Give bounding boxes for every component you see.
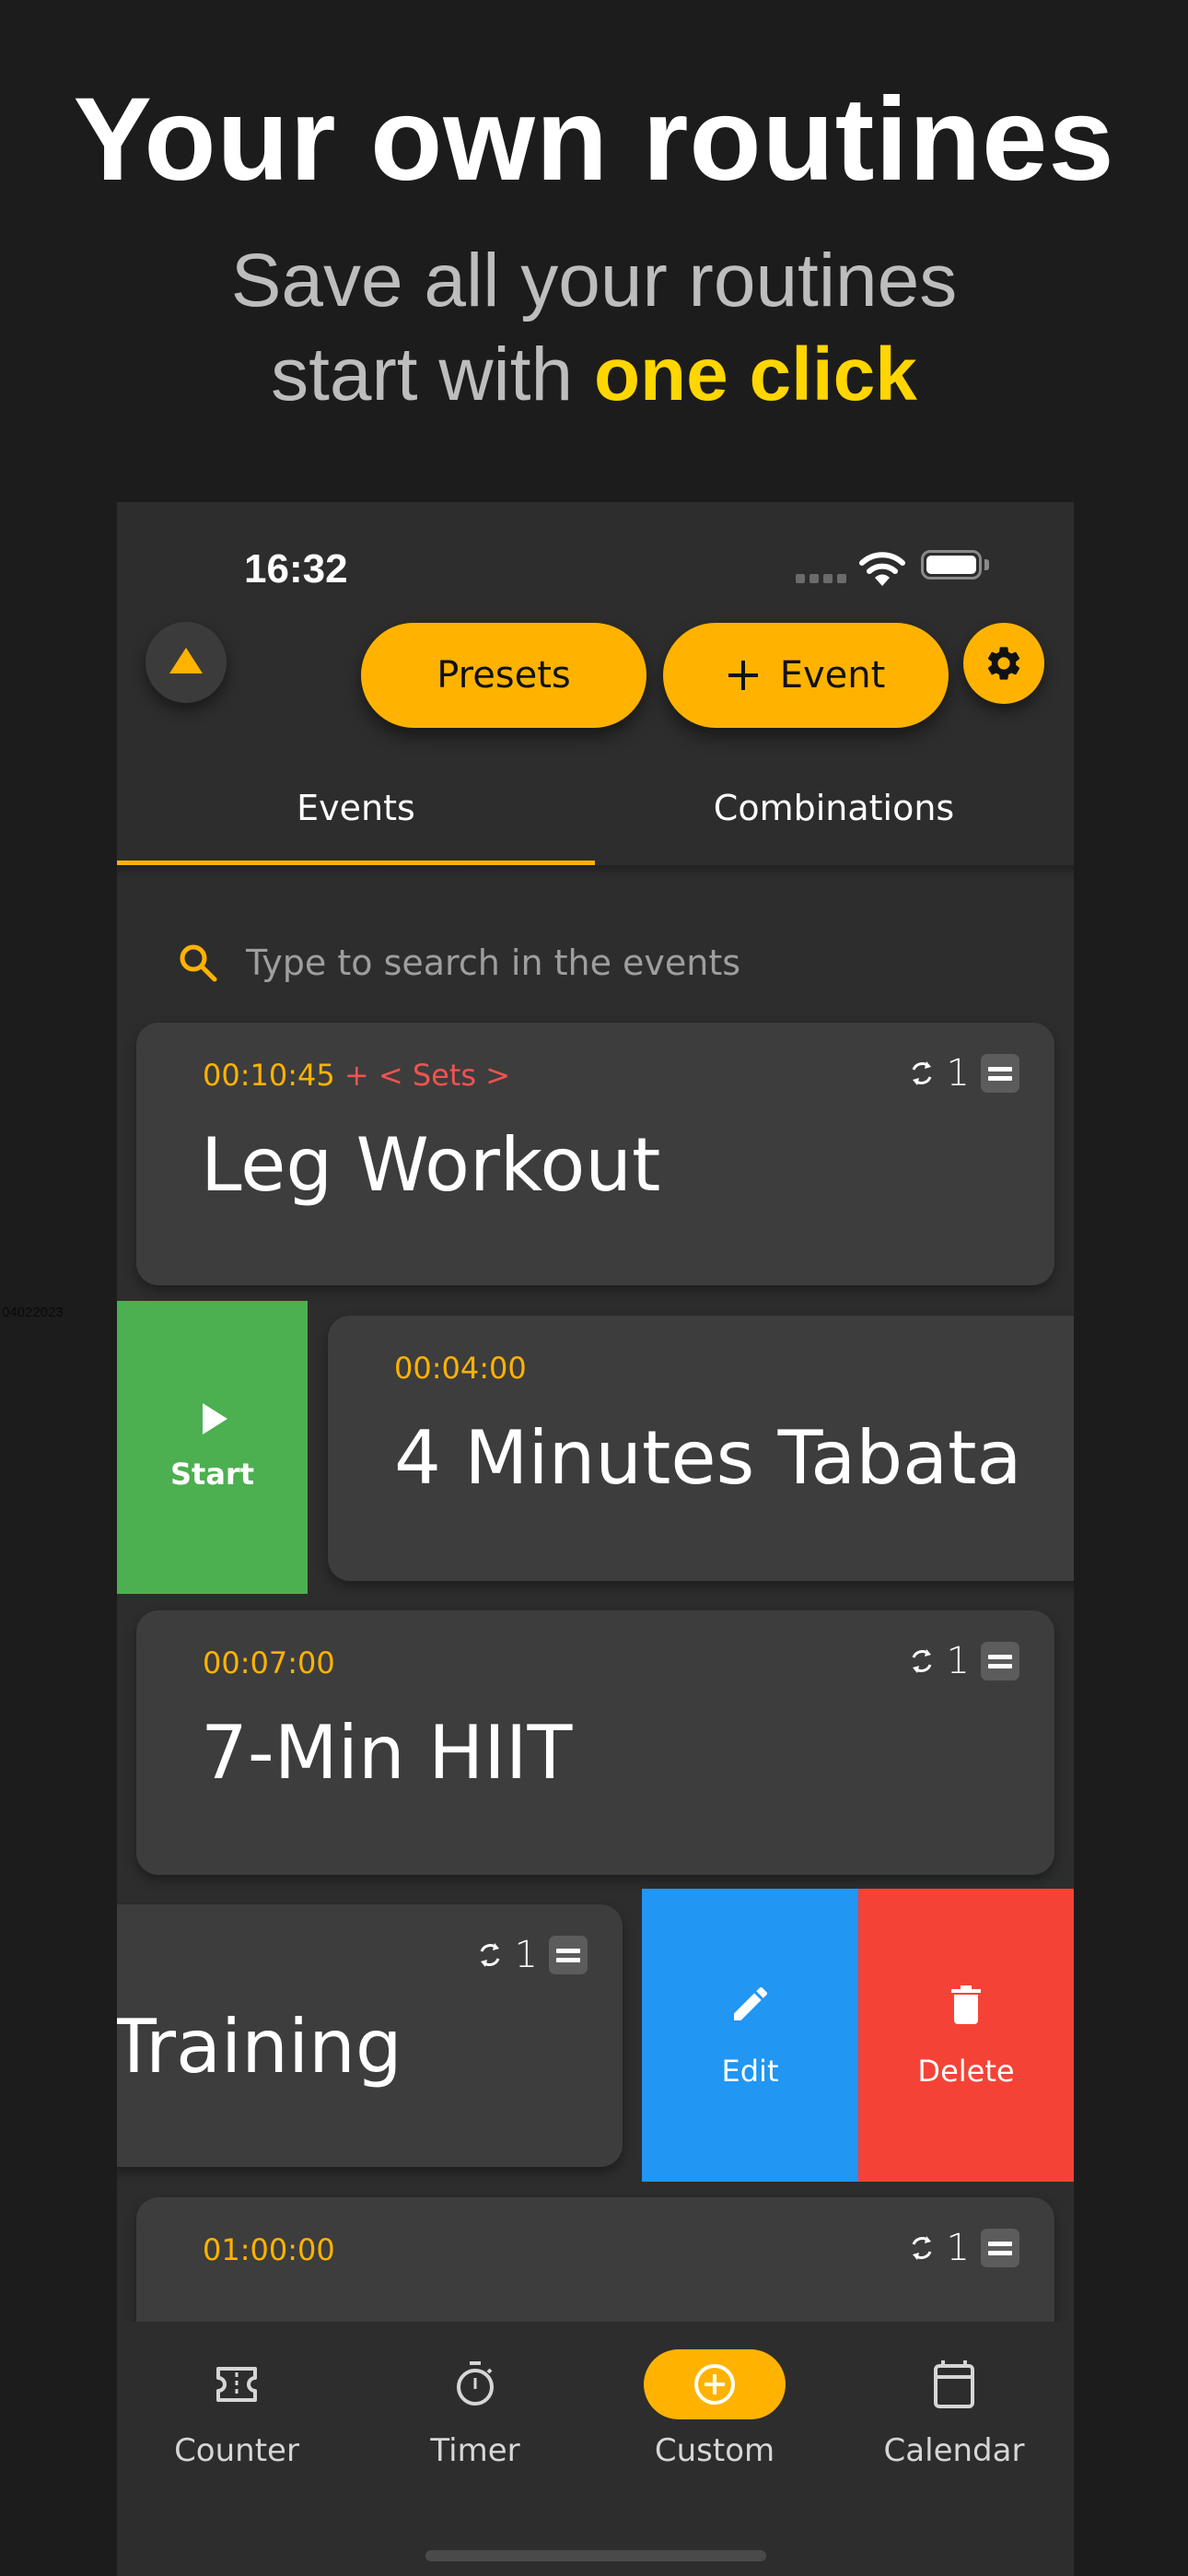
- event-card-hiit[interactable]: 00:07:00 1 7-Min HIIT: [136, 1610, 1054, 1875]
- phone-screen: 16:32 Presets Event Events Combinations …: [117, 502, 1074, 2576]
- event-title: Leg Workout: [201, 1122, 661, 1208]
- event-meta: 1: [476, 1934, 588, 1976]
- pencil-icon: [733, 1986, 767, 2020]
- event-card-training[interactable]: 1 Training: [117, 1904, 623, 2167]
- triangle-up-icon: [169, 648, 203, 673]
- nav-label-timer: Timer: [430, 2432, 520, 2469]
- signal-dots-icon: [796, 574, 846, 583]
- search-icon: [180, 944, 217, 982]
- nav-label-calendar: Calendar: [883, 2432, 1025, 2469]
- repeat-icon: [480, 1943, 499, 1967]
- play-icon: [203, 1403, 227, 1434]
- settings-button[interactable]: [963, 623, 1044, 704]
- repeat-count: 1: [514, 1934, 538, 1976]
- battery-cap: [984, 559, 989, 570]
- delete-button[interactable]: Delete: [858, 1889, 1074, 2182]
- plus-icon: [728, 661, 758, 690]
- nav-icon-container: [883, 2349, 1025, 2419]
- trash-icon: [951, 1985, 981, 2024]
- nav-label-counter: Counter: [174, 2432, 299, 2469]
- wifi-icon: [859, 552, 905, 586]
- event-title: Training: [117, 2004, 402, 2090]
- bottom-navigation: Counter Timer Custom Calendar: [117, 2322, 1074, 2576]
- event-meta: 1: [908, 1640, 1019, 1682]
- promo-headline: Your own routines: [73, 74, 1115, 205]
- event-duration: 00:10:45 + < Sets >: [203, 1058, 511, 1093]
- tab-combinations[interactable]: Combinations: [595, 788, 1073, 828]
- nav-item-custom[interactable]: Custom: [595, 2349, 834, 2469]
- event-card-tabata[interactable]: 00:04:00 4 Minutes Tabata: [328, 1316, 1074, 1581]
- repeat-icon: [912, 2236, 931, 2260]
- delete-label: Delete: [917, 2054, 1015, 2089]
- event-title: 7-Min HIIT: [201, 1710, 573, 1796]
- edit-label: Edit: [721, 2054, 779, 2089]
- collapse-button[interactable]: [146, 622, 227, 703]
- drag-handle-icon[interactable]: [549, 1936, 588, 1974]
- drag-handle-icon[interactable]: [981, 1642, 1019, 1680]
- event-title: 4 Minutes Tabata: [394, 1415, 1022, 1501]
- add-circle-icon: [694, 2364, 735, 2405]
- start-button[interactable]: Start: [117, 1301, 308, 1594]
- promo-subtitle-prefix: start with: [271, 333, 594, 416]
- nav-icon-container: [166, 2349, 308, 2419]
- status-time: 16:32: [244, 546, 348, 591]
- start-label: Start: [169, 1457, 254, 1492]
- nav-item-counter[interactable]: Counter: [117, 2349, 356, 2469]
- nav-icon-container: [644, 2349, 786, 2419]
- search-bar: [178, 931, 1025, 995]
- repeat-icon: [912, 1061, 931, 1085]
- drag-handle-icon[interactable]: [981, 2229, 1019, 2267]
- corner-stamp: 04022023: [2, 1305, 64, 1320]
- nav-icon-container: [404, 2349, 546, 2419]
- event-sets-label: + < Sets >: [334, 1058, 511, 1093]
- gear-icon: [987, 647, 1020, 680]
- promo-subtitle-line1: Save all your routines: [230, 239, 958, 322]
- edit-button[interactable]: Edit: [642, 1889, 858, 2182]
- battery-icon: [921, 550, 982, 580]
- event-duration: 01:00:00: [203, 2232, 335, 2267]
- add-event-label: Event: [779, 654, 886, 697]
- add-event-button[interactable]: Event: [663, 623, 949, 728]
- event-duration: 00:04:00: [394, 1351, 527, 1386]
- nav-label-custom: Custom: [654, 2432, 775, 2469]
- presets-label: Presets: [437, 654, 571, 697]
- promo-subtitle-accent: one click: [593, 333, 917, 416]
- promo-subtitle-line2: start with one click: [0, 332, 1188, 418]
- tab-events[interactable]: Events: [117, 788, 595, 828]
- event-card-leg-workout[interactable]: 00:10:45 + < Sets > 1 Leg Workout: [136, 1023, 1054, 1285]
- presets-button[interactable]: Presets: [361, 623, 646, 728]
- repeat-count: 1: [946, 1052, 970, 1095]
- ticket-icon: [216, 2367, 257, 2402]
- nav-item-calendar[interactable]: Calendar: [834, 2349, 1074, 2469]
- repeat-count: 1: [946, 2227, 970, 2269]
- repeat-count: 1: [946, 1640, 970, 1682]
- tab-bar-shadow: [117, 865, 1074, 878]
- search-input[interactable]: [246, 943, 983, 983]
- calendar-icon: [934, 2360, 974, 2408]
- drag-handle-icon[interactable]: [981, 1054, 1019, 1093]
- event-meta: 1: [908, 1052, 1019, 1095]
- repeat-icon: [912, 1649, 931, 1673]
- nav-item-timer[interactable]: Timer: [355, 2349, 595, 2469]
- event-meta: 1: [908, 2227, 1019, 2269]
- home-indicator[interactable]: [425, 2550, 766, 2561]
- event-duration: 00:07:00: [203, 1645, 335, 1680]
- stopwatch-icon: [457, 2361, 494, 2406]
